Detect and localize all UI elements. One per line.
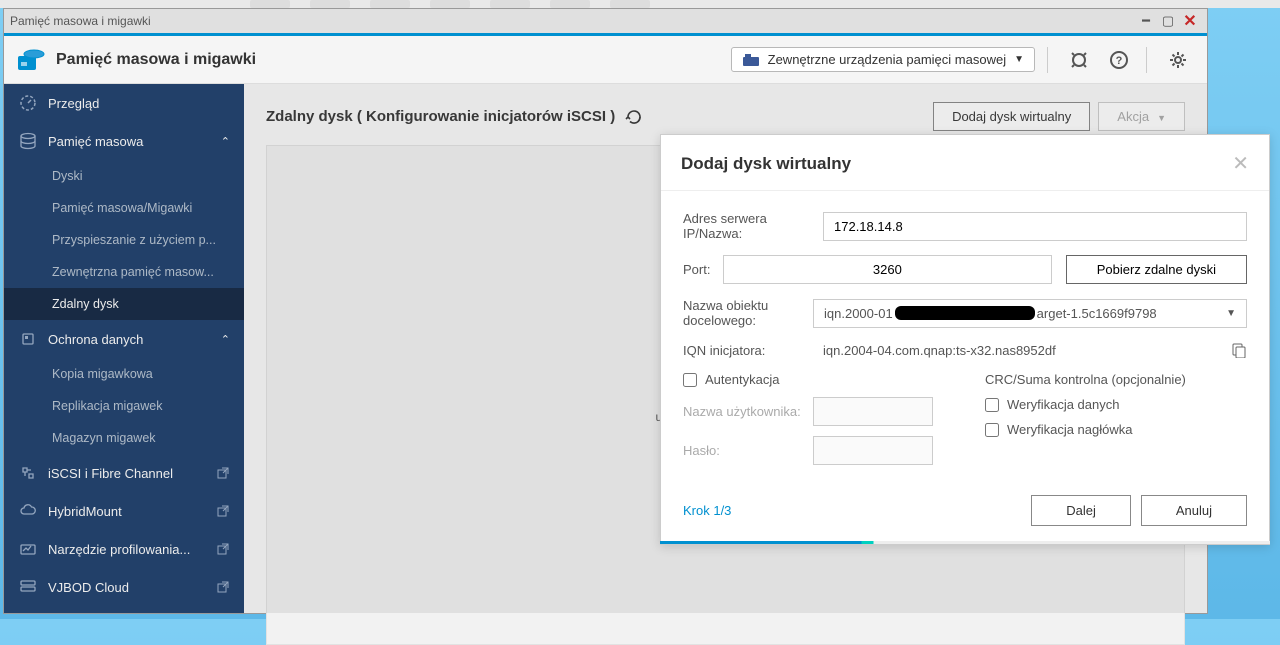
external-link-icon: [216, 542, 230, 556]
sidebar-item-cache-accel[interactable]: Przyspieszanie z użyciem p...: [4, 224, 244, 256]
sidebar-item-data-protection[interactable]: Ochrona danych ⌃: [4, 320, 244, 358]
sidebar-item-external-storage[interactable]: Zewnętrzna pamięć masow...: [4, 256, 244, 288]
dialog-close-icon[interactable]: ✕: [1232, 151, 1249, 176]
step-indicator: Krok 1/3: [683, 503, 731, 518]
auth-checkbox[interactable]: [683, 373, 697, 387]
redacted-text: [895, 306, 1035, 320]
target-select[interactable]: iqn.2000-01 arget-1.5c1669f9798 ▼: [813, 299, 1247, 328]
external-storage-dropdown[interactable]: Zewnętrzne urządzenia pamięci masowej ▼: [731, 47, 1035, 72]
sidebar-item-profiling[interactable]: Narzędzie profilowania...: [4, 530, 244, 568]
refresh-icon[interactable]: [625, 108, 643, 126]
external-link-icon: [216, 466, 230, 480]
auth-label: Autentykacja: [705, 372, 779, 387]
app-header: Pamięć masowa i migawki Zewnętrzne urząd…: [4, 36, 1207, 84]
maximize-button[interactable]: ▢: [1157, 12, 1179, 30]
vjbod-icon: [18, 577, 38, 597]
server-label: Adres serwera IP/Nazwa:: [683, 211, 823, 241]
diagnostics-icon[interactable]: [1064, 45, 1094, 75]
sidebar-item-iscsi[interactable]: iSCSI i Fibre Channel: [4, 454, 244, 492]
page-title: Zdalny dysk ( Konfigurowanie inicjatorów…: [266, 108, 615, 125]
sidebar-item-hybridmount[interactable]: HybridMount: [4, 492, 244, 530]
sidebar-item-snapshot-copy[interactable]: Kopia migawkowa: [4, 358, 244, 390]
sidebar: Przegląd Pamięć masowa ⌃ Dyski Pamięć ma…: [4, 84, 244, 613]
username-label: Nazwa użytkownika:: [683, 404, 813, 419]
window-title: Pamięć masowa i migawki: [10, 14, 151, 28]
dialog-title: Dodaj dysk wirtualny: [681, 154, 851, 174]
app-title: Pamięć masowa i migawki: [56, 51, 256, 69]
add-virtual-disk-dialog: Dodaj dysk wirtualny ✕ Adres serwera IP/…: [660, 134, 1270, 545]
sidebar-item-storage[interactable]: Pamięć masowa ⌃: [4, 122, 244, 160]
password-label: Hasło:: [683, 443, 813, 458]
target-label: Nazwa obiektu docelowego:: [683, 298, 813, 328]
app-icon: [18, 48, 46, 72]
external-link-icon: [216, 580, 230, 594]
minimize-button[interactable]: ━: [1135, 12, 1157, 30]
verify-header-label: Weryfikacja nagłówka: [1007, 422, 1132, 437]
cloud-icon: [18, 501, 38, 521]
chevron-down-icon: ▼: [1014, 54, 1024, 65]
sidebar-item-disks[interactable]: Dyski: [4, 160, 244, 192]
titlebar: Pamięć masowa i migawki ━ ▢ ✕: [4, 9, 1207, 33]
sidebar-item-remote-disk[interactable]: Zdalny dysk: [4, 288, 244, 320]
storage-icon: [18, 131, 38, 151]
password-input: [813, 436, 933, 465]
help-icon[interactable]: ?: [1104, 45, 1134, 75]
cancel-button[interactable]: Anuluj: [1141, 495, 1247, 526]
initiator-label: IQN inicjatora:: [683, 343, 823, 358]
gauge-icon: [18, 93, 38, 113]
username-input: [813, 397, 933, 426]
chevron-up-icon: ⌃: [221, 333, 230, 346]
sidebar-item-snapshot-replication[interactable]: Replikacja migawek: [4, 390, 244, 422]
shield-icon: [18, 329, 38, 349]
port-label: Port:: [683, 262, 723, 277]
server-input[interactable]: [823, 212, 1247, 241]
sidebar-item-vjbod[interactable]: VJBOD Cloud: [4, 568, 244, 606]
copy-icon[interactable]: [1231, 342, 1247, 358]
iscsi-icon: [18, 463, 38, 483]
verify-data-label: Weryfikacja danych: [1007, 397, 1119, 412]
profiling-icon: [18, 539, 38, 559]
verify-header-checkbox[interactable]: [985, 423, 999, 437]
chevron-down-icon: ▼: [1226, 308, 1236, 319]
next-button[interactable]: Dalej: [1031, 495, 1131, 526]
chevron-up-icon: ⌃: [221, 135, 230, 148]
sidebar-item-storage-snapshots[interactable]: Pamięć masowa/Migawki: [4, 192, 244, 224]
crc-label: CRC/Suma kontrolna (opcjonalnie): [985, 372, 1247, 387]
add-virtual-disk-button[interactable]: Dodaj dysk wirtualny: [933, 102, 1090, 131]
close-button[interactable]: ✕: [1179, 12, 1201, 30]
initiator-value: iqn.2004-04.com.qnap:ts-x32.nas8952df: [823, 343, 1221, 358]
fetch-remote-disks-button[interactable]: Pobierz zdalne dyski: [1066, 255, 1247, 284]
external-link-icon: [216, 504, 230, 518]
action-dropdown[interactable]: Akcja▼: [1098, 102, 1185, 131]
sidebar-item-snapshot-store[interactable]: Magazyn migawek: [4, 422, 244, 454]
port-input[interactable]: [723, 255, 1052, 284]
settings-icon[interactable]: [1163, 45, 1193, 75]
sidebar-item-overview[interactable]: Przegląd: [4, 84, 244, 122]
verify-data-checkbox[interactable]: [985, 398, 999, 412]
os-taskbar: [0, 0, 1280, 8]
svg-text:?: ?: [1116, 55, 1123, 67]
